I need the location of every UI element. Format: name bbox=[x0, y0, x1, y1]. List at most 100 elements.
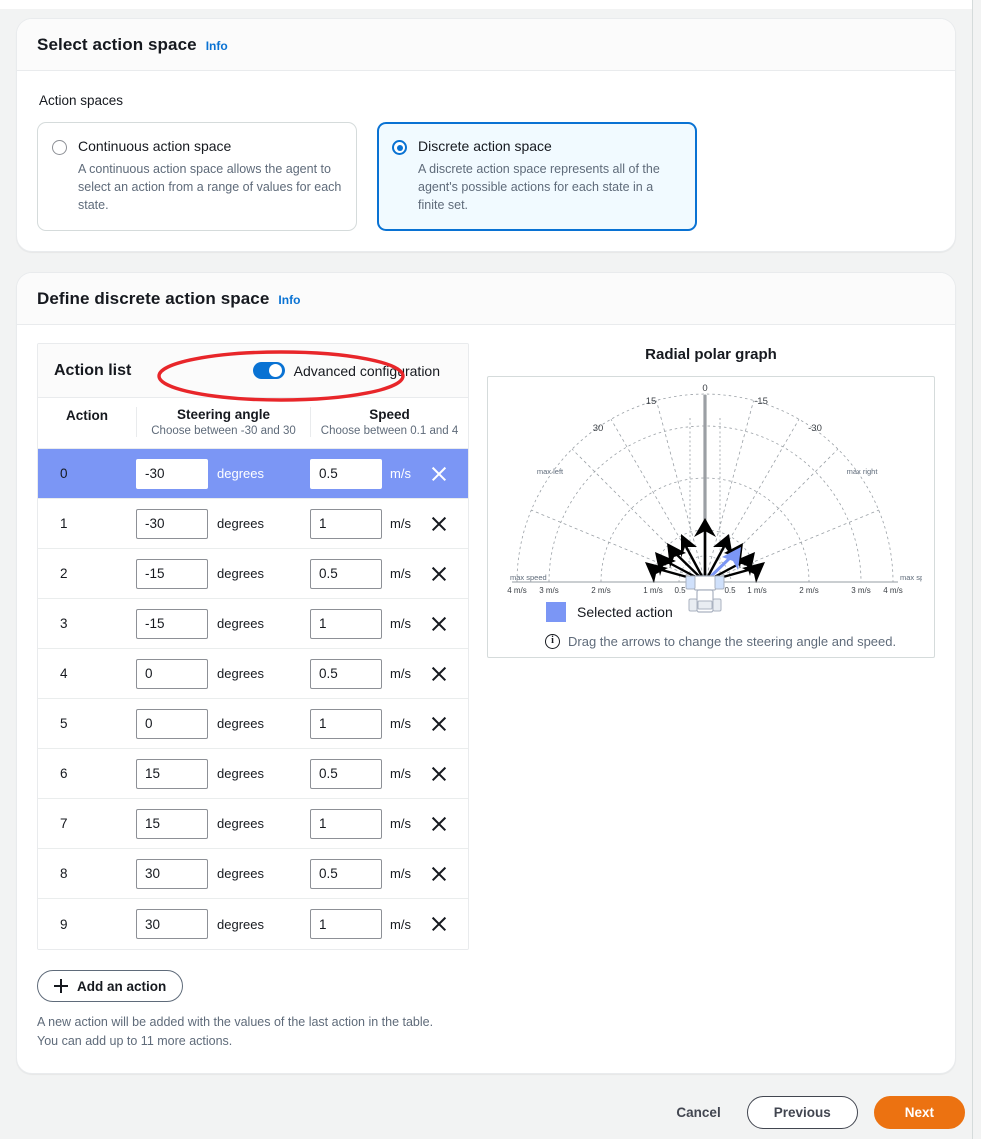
label-max-right: max right bbox=[847, 467, 879, 476]
table-row[interactable]: 9degreesm/s bbox=[38, 899, 468, 949]
speed-input[interactable] bbox=[310, 609, 382, 639]
advanced-configuration-toggle[interactable]: Advanced configuration bbox=[253, 362, 440, 379]
speed-unit: m/s bbox=[390, 816, 411, 831]
speed-input[interactable] bbox=[310, 559, 382, 589]
remove-action-icon[interactable] bbox=[430, 665, 448, 683]
vehicle-icon bbox=[686, 576, 724, 612]
remove-action-icon[interactable] bbox=[430, 615, 448, 633]
speed-tick-left-4: 4 m/s bbox=[507, 586, 527, 595]
radio-discrete-icon[interactable] bbox=[392, 140, 407, 155]
remove-action-icon[interactable] bbox=[430, 465, 448, 483]
steering-angle-input[interactable] bbox=[136, 509, 208, 539]
speed-input[interactable] bbox=[310, 809, 382, 839]
remove-action-icon[interactable] bbox=[430, 815, 448, 833]
remove-action-icon[interactable] bbox=[430, 915, 448, 933]
speed-input[interactable] bbox=[310, 759, 382, 789]
toggle-switch-icon[interactable] bbox=[253, 362, 285, 379]
cancel-button[interactable]: Cancel bbox=[666, 1097, 730, 1128]
option-continuous-description: A continuous action space allows the age… bbox=[78, 160, 342, 214]
steering-angle-input[interactable] bbox=[136, 559, 208, 589]
option-continuous-text: Continuous action space A continuous act… bbox=[78, 137, 342, 214]
speed-tick-right-4: 4 m/s bbox=[883, 586, 903, 595]
table-row[interactable]: 8degreesm/s bbox=[38, 849, 468, 899]
action-index-cell: 2 bbox=[38, 566, 136, 581]
steering-angle-input[interactable] bbox=[136, 759, 208, 789]
action-index-cell: 0 bbox=[38, 466, 136, 481]
speed-input[interactable] bbox=[310, 659, 382, 689]
speed-input[interactable] bbox=[310, 709, 382, 739]
steering-angle-unit: degrees bbox=[217, 666, 264, 681]
content-container: Select action space Info Action spaces C… bbox=[16, 18, 956, 1074]
speed-unit: m/s bbox=[390, 566, 411, 581]
column-header-action-label: Action bbox=[38, 408, 136, 423]
speed-input[interactable] bbox=[310, 509, 382, 539]
scrollbar-track-edge[interactable] bbox=[972, 0, 973, 1139]
option-discrete-text: Discrete action space A discrete action … bbox=[418, 137, 682, 214]
advanced-configuration-label: Advanced configuration bbox=[294, 363, 440, 379]
angle-tick-0: 0 bbox=[702, 383, 707, 394]
steering-angle-input[interactable] bbox=[136, 659, 208, 689]
table-row[interactable]: 0degreesm/s bbox=[38, 449, 468, 499]
steering-angle-cell: degrees bbox=[136, 759, 310, 789]
radio-continuous-icon[interactable] bbox=[52, 140, 67, 155]
table-row[interactable]: 6degreesm/s bbox=[38, 749, 468, 799]
angle-tick-minus30: -30 bbox=[808, 423, 822, 434]
speed-cell: m/s bbox=[310, 709, 468, 739]
select-action-space-header: Select action space Info bbox=[17, 19, 955, 71]
remove-action-icon[interactable] bbox=[430, 565, 448, 583]
table-row[interactable]: 3degreesm/s bbox=[38, 599, 468, 649]
table-row[interactable]: 7degreesm/s bbox=[38, 799, 468, 849]
remove-action-icon[interactable] bbox=[430, 515, 448, 533]
polar-edge-angle-labels: max left max right bbox=[537, 467, 878, 476]
info-icon: i bbox=[545, 634, 560, 649]
speed-unit: m/s bbox=[390, 666, 411, 681]
steering-angle-unit: degrees bbox=[217, 516, 264, 531]
speed-input[interactable] bbox=[310, 859, 382, 889]
polar-angle-tick-labels: 0 15 -15 30 -30 bbox=[593, 383, 822, 434]
table-header-row: Action Steering angle Choose between -30… bbox=[38, 398, 468, 449]
action-index-cell: 1 bbox=[38, 516, 136, 531]
add-action-hint-line2: You can add up to 11 more actions. bbox=[37, 1032, 469, 1051]
speed-input[interactable] bbox=[310, 909, 382, 939]
action-index-cell: 5 bbox=[38, 716, 136, 731]
define-discrete-card: Define discrete action space Info Action… bbox=[16, 272, 956, 1074]
remove-action-icon[interactable] bbox=[430, 865, 448, 883]
speed-unit: m/s bbox=[390, 766, 411, 781]
previous-button[interactable]: Previous bbox=[747, 1096, 858, 1129]
scrollbar-gutter[interactable] bbox=[973, 0, 981, 1139]
steering-angle-input[interactable] bbox=[136, 459, 208, 489]
table-row[interactable]: 5degreesm/s bbox=[38, 699, 468, 749]
steering-angle-input[interactable] bbox=[136, 809, 208, 839]
next-button[interactable]: Next bbox=[874, 1096, 965, 1129]
remove-action-icon[interactable] bbox=[430, 715, 448, 733]
action-index-cell: 4 bbox=[38, 666, 136, 681]
steering-angle-unit: degrees bbox=[217, 616, 264, 631]
steering-angle-cell: degrees bbox=[136, 459, 310, 489]
speed-input[interactable] bbox=[310, 459, 382, 489]
add-an-action-button[interactable]: Add an action bbox=[37, 970, 183, 1002]
column-header-steering-angle-label: Steering angle bbox=[137, 407, 310, 422]
define-discrete-header: Define discrete action space Info bbox=[17, 273, 955, 325]
table-row[interactable]: 4 degrees m/s bbox=[38, 649, 468, 699]
info-link-define-discrete[interactable]: Info bbox=[278, 293, 300, 307]
legend-label-selected-action: Selected action bbox=[577, 604, 673, 620]
remove-action-icon[interactable] bbox=[430, 765, 448, 783]
option-discrete-action-space[interactable]: Discrete action space A discrete action … bbox=[377, 122, 697, 231]
radial-polar-graph-pane: Radial polar graph bbox=[487, 343, 935, 658]
label-max-speed-right: max speed bbox=[900, 573, 922, 582]
radial-polar-graph-box[interactable]: 0 15 -15 30 -30 max left max right bbox=[487, 376, 935, 658]
polar-drag-hint-text: Drag the arrows to change the steering a… bbox=[568, 634, 896, 649]
table-row[interactable]: 1degreesm/s bbox=[38, 499, 468, 549]
option-continuous-action-space[interactable]: Continuous action space A continuous act… bbox=[37, 122, 357, 231]
steering-angle-cell: degrees bbox=[136, 509, 310, 539]
table-row[interactable]: 2degreesm/s bbox=[38, 549, 468, 599]
action-index-cell: 3 bbox=[38, 616, 136, 631]
steering-angle-input[interactable] bbox=[136, 709, 208, 739]
steering-angle-cell: degrees bbox=[136, 859, 310, 889]
label-max-speed-left: max speed bbox=[510, 573, 547, 582]
steering-angle-input[interactable] bbox=[136, 859, 208, 889]
steering-angle-input[interactable] bbox=[136, 909, 208, 939]
steering-angle-input[interactable] bbox=[136, 609, 208, 639]
info-link-select-action-space[interactable]: Info bbox=[206, 39, 228, 53]
speed-unit: m/s bbox=[390, 866, 411, 881]
